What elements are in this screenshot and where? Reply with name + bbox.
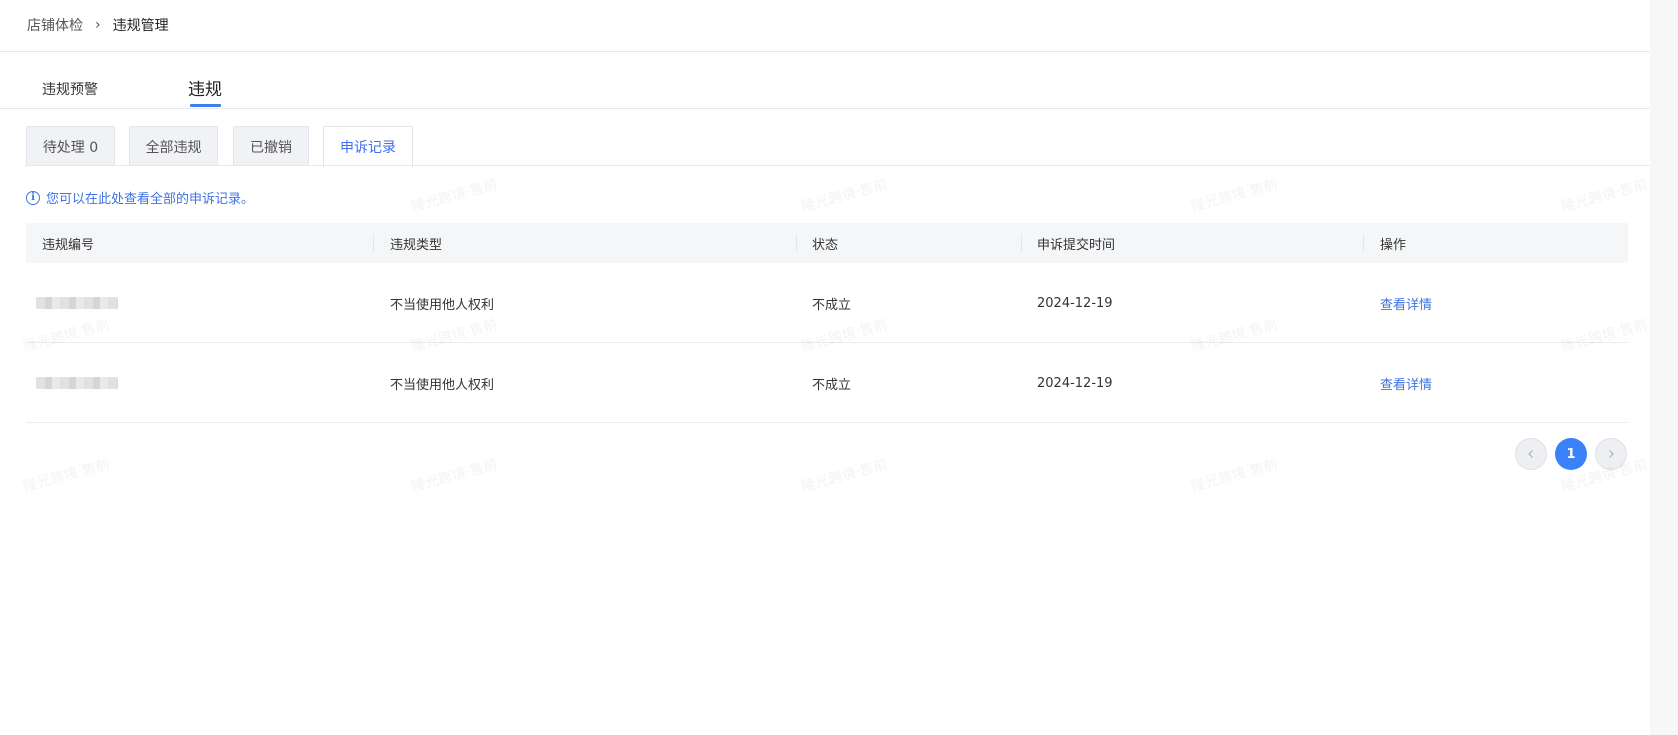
appeal-records-table: 违规编号 违规类型 状态 申诉提交时间 操作 不当使用他人权利 不成立 2024… — [26, 223, 1628, 423]
subtab-pending[interactable]: 待处理 0 — [26, 126, 115, 166]
breadcrumb-current: 违规管理 — [112, 18, 169, 34]
subtab-appeal-records[interactable]: 申诉记录 — [323, 126, 413, 167]
breadcrumb: 店铺体检 › 违规管理 — [27, 14, 169, 36]
active-tab-indicator — [190, 104, 221, 107]
watermark: 隆光跨境·售前 — [21, 456, 112, 496]
watermark: 隆光跨境·售前 — [799, 456, 890, 496]
violation-id-cell — [36, 263, 118, 343]
table-row: 不当使用他人权利 不成立 2024-12-19 查看详情 — [26, 343, 1628, 423]
watermark: 隆光跨境·售前 — [799, 176, 890, 216]
violation-id-cell — [36, 343, 118, 423]
column-header-appeal-time: 申诉提交时间 — [1037, 237, 1116, 253]
column-header-violation-id: 违规编号 — [42, 237, 95, 253]
appeal-time-cell: 2024-12-19 — [1037, 375, 1113, 391]
divider — [25, 165, 1650, 166]
tab-violation-warning[interactable]: 违规预警 — [42, 79, 98, 99]
column-header-actions: 操作 — [1380, 237, 1407, 253]
watermark: 隆光跨境·售前 — [1189, 176, 1280, 216]
redacted-id — [36, 297, 118, 309]
chevron-left-icon — [1528, 450, 1533, 458]
view-details-link[interactable]: 查看详情 — [1380, 263, 1432, 343]
next-page-button[interactable] — [1595, 438, 1627, 470]
page-button-1[interactable]: 1 — [1555, 438, 1587, 470]
appeal-time-cell: 2024-12-19 — [1037, 295, 1113, 311]
watermark: 隆光跨境·售前 — [1559, 176, 1650, 216]
page: 店铺体检 › 违规管理 违规预警 违规 待处理 0 全部违规 已撤销 申诉记录 … — [0, 0, 1678, 735]
column-divider — [373, 234, 374, 252]
table-row: 不当使用他人权利 不成立 2024-12-19 查看详情 — [26, 263, 1628, 343]
subtab-all-violations[interactable]: 全部违规 — [129, 126, 218, 166]
chevron-right-icon — [1609, 450, 1614, 458]
column-header-status: 状态 — [812, 237, 839, 253]
watermark: 隆光跨境·售前 — [409, 176, 500, 216]
right-edge-bar — [1650, 0, 1678, 735]
violation-type-cell: 不当使用他人权利 — [390, 297, 495, 313]
breadcrumb-shop-checkup[interactable]: 店铺体检 — [27, 15, 83, 35]
info-notice: i 您可以在此处查看全部的申诉记录。 — [26, 188, 254, 207]
chevron-right-icon: › — [95, 17, 101, 33]
column-divider — [796, 234, 797, 252]
pagination: 1 — [1515, 438, 1627, 470]
subtab-revoked[interactable]: 已撤销 — [233, 126, 309, 166]
info-text: 您可以在此处查看全部的申诉记录。 — [46, 192, 255, 207]
violation-type-cell: 不当使用他人权利 — [390, 377, 495, 393]
redacted-id — [36, 377, 118, 389]
status-cell: 不成立 — [812, 377, 852, 393]
prev-page-button[interactable] — [1515, 438, 1547, 470]
top-tabs: 违规预警 违规 — [0, 52, 1650, 109]
column-divider — [1363, 234, 1364, 252]
table-header: 违规编号 违规类型 状态 申诉提交时间 操作 — [26, 223, 1628, 263]
column-header-violation-type: 违规类型 — [390, 237, 443, 253]
status-cell: 不成立 — [812, 297, 852, 313]
watermark: 隆光跨境·售前 — [409, 456, 500, 496]
view-details-link[interactable]: 查看详情 — [1380, 343, 1432, 423]
divider — [0, 108, 1650, 109]
watermark: 隆光跨境·售前 — [1189, 456, 1280, 496]
column-divider — [1021, 234, 1022, 252]
tab-violations[interactable]: 违规 — [188, 75, 222, 100]
info-icon: i — [26, 190, 40, 205]
